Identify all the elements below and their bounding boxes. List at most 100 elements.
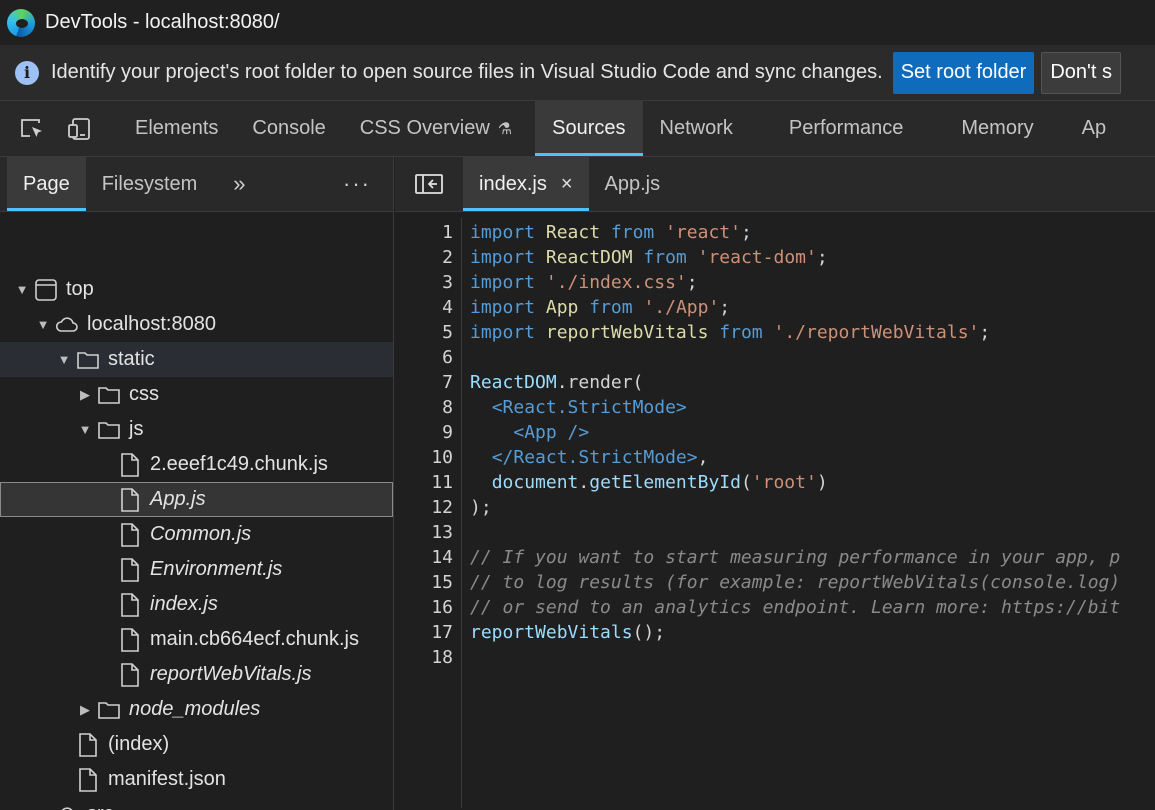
code-token: from [643, 247, 687, 268]
toggle-navigator-icon[interactable] [395, 157, 463, 211]
tree-item-index-js[interactable]: index.js [0, 587, 393, 622]
editor-tab-label: index.js [479, 172, 547, 195]
tree-item-reportwebvitals-js[interactable]: reportWebVitals.js [0, 657, 393, 692]
tree-item-top[interactable]: ▼ top [0, 272, 393, 307]
tree-item-js[interactable]: ▼ js [0, 412, 393, 447]
code-area[interactable]: 1 2 3 4 5 6 7 8 9 10 11 12 13 14 15 16 17 18 import React… [395, 218, 1155, 808]
tree-item-environment-js[interactable]: Environment.js [0, 552, 393, 587]
code-line: ReactDOM.render( [470, 370, 643, 395]
folder-icon [97, 417, 121, 443]
folder-icon [97, 697, 121, 723]
editor-tab-index-js[interactable]: index.js × [463, 157, 589, 211]
info-icon: i [15, 60, 39, 85]
code-token: document [491, 472, 579, 493]
code-line: // or send to an analytics endpoint. Lea… [470, 595, 1120, 620]
line-number: 12 [431, 497, 453, 518]
file-icon [76, 732, 100, 758]
tree-item-manifest-json[interactable]: manifest.json [0, 762, 393, 797]
code-token: // or send to an analytics endpoint. Lea… [470, 597, 1121, 618]
tab-page[interactable]: Page [7, 157, 86, 211]
code-line: import reportWebVitals from './reportWeb… [470, 320, 990, 345]
close-tab-icon[interactable]: × [561, 173, 573, 196]
code-token: ReactDOM [545, 247, 633, 268]
collapsed-arrow-icon[interactable]: ▶ [35, 807, 51, 810]
line-number: 17 [431, 622, 453, 643]
code-token: from [610, 222, 655, 243]
tab-application[interactable]: Ap [1065, 101, 1123, 156]
tree-item-localhost-8080[interactable]: ▼ localhost:8080 [0, 307, 393, 342]
tab-sources[interactable]: Sources [535, 101, 643, 156]
code-token: getElementById [589, 472, 741, 493]
collapsed-arrow-icon[interactable]: ▶ [77, 387, 93, 403]
set-root-folder-button[interactable]: Set root folder [892, 51, 1035, 94]
code-token: // to log results (for example: reportWe… [470, 572, 1121, 593]
expanded-arrow-icon[interactable]: ▼ [56, 352, 72, 367]
sources-navigator: Page Filesystem » ··· ▼ top ▼ localhost:808… [0, 157, 394, 810]
line-number: 15 [431, 572, 453, 593]
code-token: './index.css' [545, 272, 687, 293]
tree-item--index-[interactable]: (index) [0, 727, 393, 762]
code-editor: index.js × App.js 1 2 3 4 5 6 7 8 9 10 11 12 13 14 15 1… [395, 157, 1155, 810]
tree-item-label: App.js [150, 488, 206, 510]
tree-item-main-cb664ecf-chunk-js[interactable]: main.cb664ecf.chunk.js [0, 622, 393, 657]
code-token: import [470, 297, 536, 318]
file-icon [118, 627, 142, 653]
tree-item-label: main.cb664ecf.chunk.js [150, 628, 360, 650]
tree-item-node-modules[interactable]: ▶ node_modules [0, 692, 393, 727]
tree-item-label: js [129, 418, 144, 440]
tab-elements[interactable]: Elements [118, 101, 235, 156]
tree-item-css[interactable]: ▶ css [0, 377, 393, 412]
tree-item-label: static [108, 348, 155, 370]
inspect-element-icon[interactable] [8, 101, 56, 156]
code-line: import React from 'react'; [470, 220, 752, 245]
navigator-menu-icon[interactable]: ··· [343, 157, 371, 211]
collapsed-arrow-icon[interactable]: ▶ [77, 702, 93, 718]
expanded-arrow-icon[interactable]: ▼ [14, 282, 30, 297]
code-line: document.getElementById('root') [470, 470, 828, 495]
tab-filesystem[interactable]: Filesystem [86, 157, 214, 211]
code-token: App [545, 297, 579, 318]
code-line: ); [470, 495, 492, 520]
expanded-arrow-icon[interactable]: ▼ [77, 422, 93, 437]
code-token: reportWebVitals [545, 322, 709, 343]
expanded-arrow-icon[interactable]: ▼ [35, 317, 51, 332]
code-token: . [578, 472, 590, 493]
info-message: Identify your project's root folder to o… [51, 61, 883, 83]
tree-item-static[interactable]: ▼ static [0, 342, 393, 377]
navigator-tabs: Page Filesystem » ··· [0, 157, 393, 212]
line-number: 18 [431, 647, 453, 668]
code-token: import [470, 247, 536, 268]
code-token: './reportWebVitals' [773, 322, 980, 343]
file-icon [118, 662, 142, 688]
tree-item-src[interactable]: ▶ src [0, 797, 393, 810]
code-token: <App /> [513, 422, 590, 443]
tree-item-2-eeef1c49-chunk-js[interactable]: 2.eeef1c49.chunk.js [0, 447, 393, 482]
code-line: <React.StrictMode> [470, 395, 687, 420]
line-number: 4 [442, 297, 453, 318]
line-number: 7 [442, 372, 453, 393]
title-bar: DevTools - localhost:8080/ [0, 0, 1155, 45]
device-emulation-icon[interactable] [56, 101, 104, 156]
code-token: <React.StrictMode> [491, 397, 687, 418]
tab-css-overview[interactable]: CSS Overview ⚗ [343, 101, 529, 156]
tree-item-app-js[interactable]: App.js [0, 482, 393, 517]
file-icon [118, 452, 142, 478]
tab-memory[interactable]: Memory [944, 101, 1050, 156]
code-token: 'react-dom' [697, 247, 817, 268]
line-number: 5 [442, 322, 453, 343]
dont-show-again-button[interactable]: Don't s [1041, 51, 1121, 94]
code-token: import [470, 272, 536, 293]
line-number: 9 [442, 422, 453, 443]
tab-console[interactable]: Console [235, 101, 342, 156]
editor-tab-app-js[interactable]: App.js [589, 157, 677, 211]
more-tabs-icon[interactable]: » [213, 157, 255, 211]
tab-network[interactable]: Network [643, 101, 750, 156]
tab-performance[interactable]: Performance [772, 101, 921, 156]
tree-item-common-js[interactable]: Common.js [0, 517, 393, 552]
